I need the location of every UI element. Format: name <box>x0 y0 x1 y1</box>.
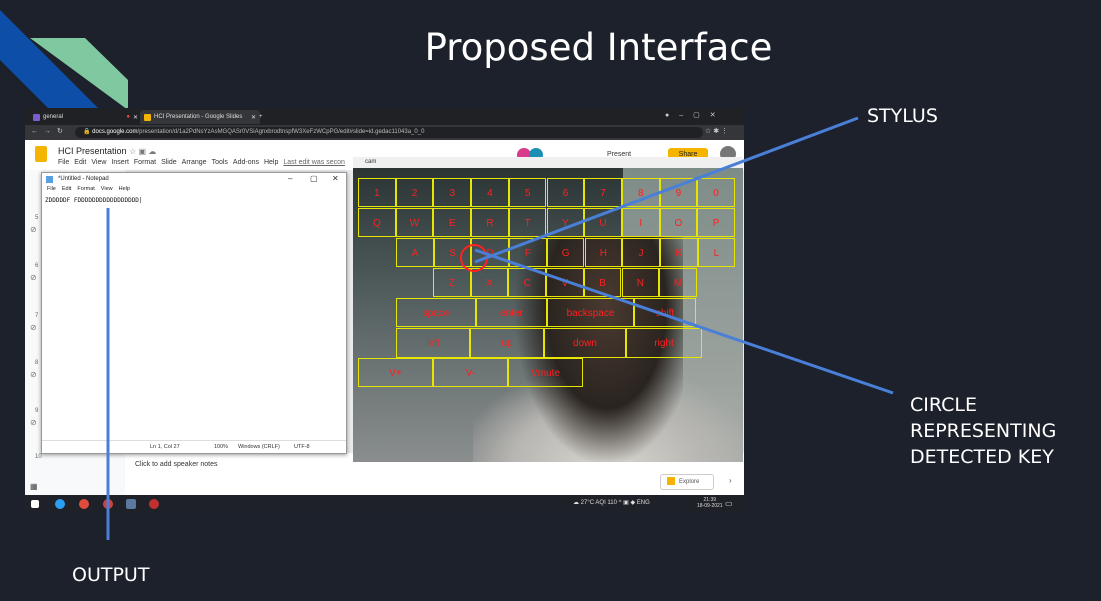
stylus-pointer-line <box>474 116 859 264</box>
circle-pointer-line <box>474 248 894 395</box>
circle-label: CIRCLE REPRESENTING DETECTED KEY <box>910 394 1057 468</box>
annotation-lines <box>106 116 894 540</box>
output-label: OUTPUT <box>72 564 150 586</box>
stylus-label: STYLUS <box>867 105 938 127</box>
